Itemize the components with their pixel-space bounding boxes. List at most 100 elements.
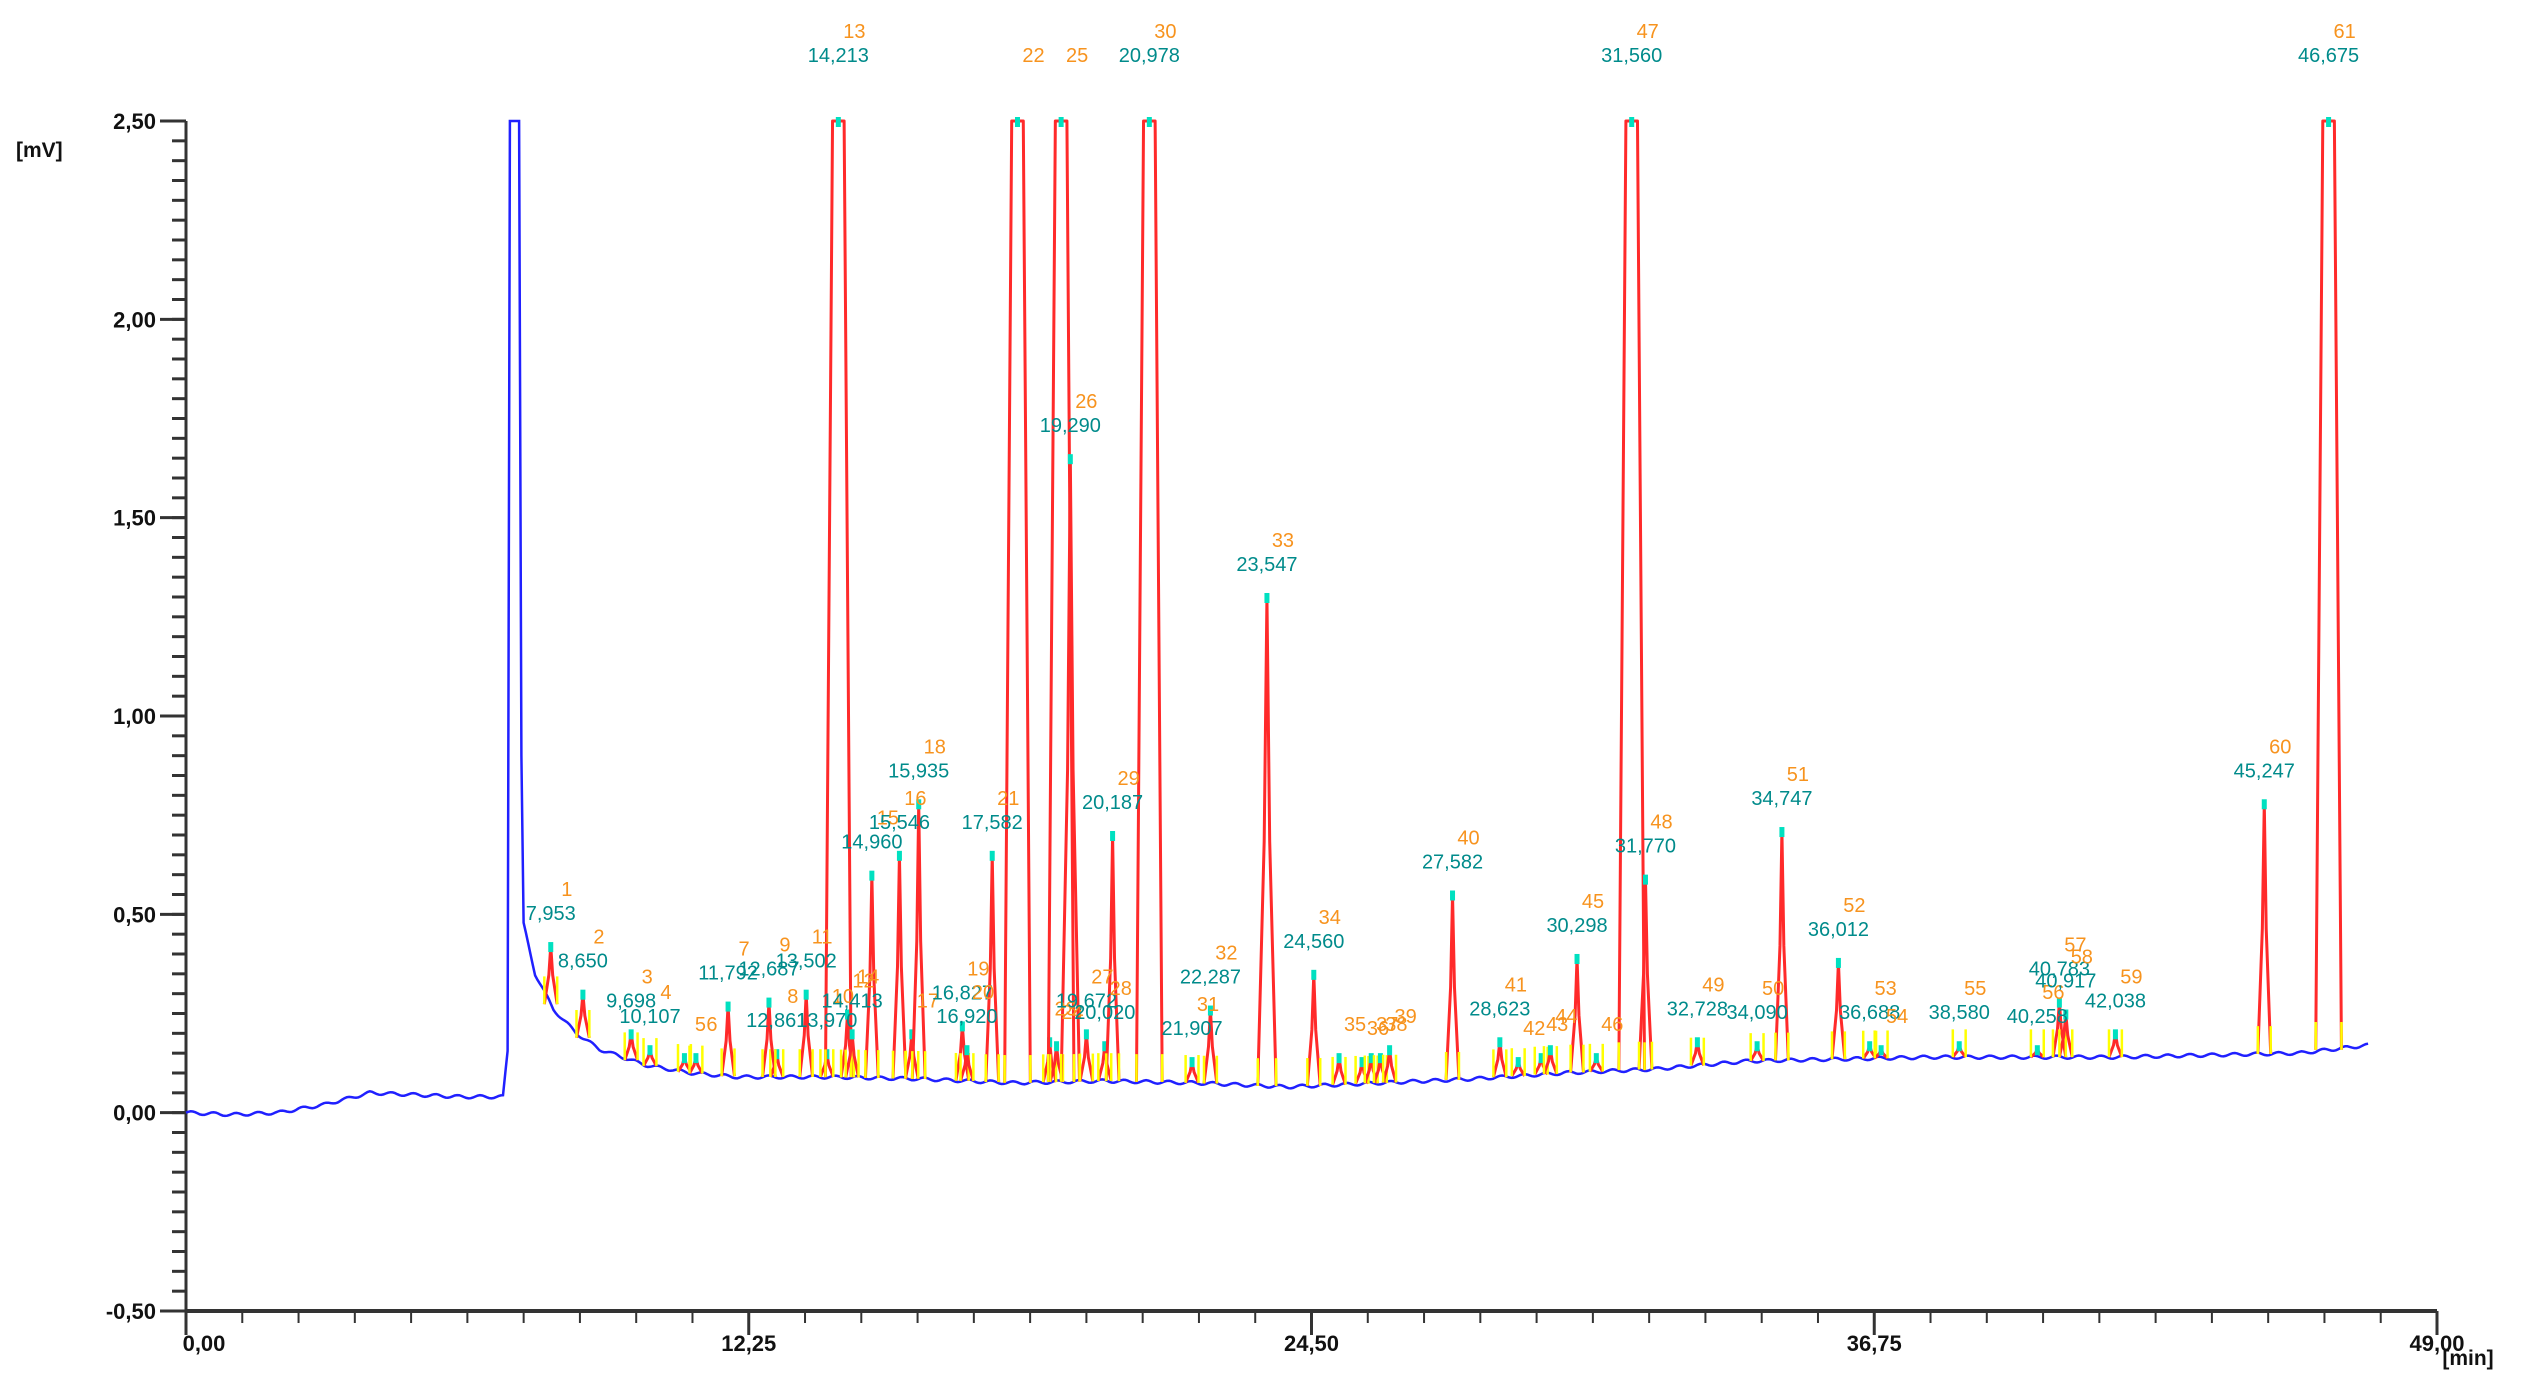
peak-apex-marker: [1336, 1053, 1342, 1064]
peak-46: [1588, 1043, 1605, 1073]
peak-number: 22: [1022, 45, 1044, 67]
y-tick-label: -0,50: [106, 1299, 156, 1324]
peak-outline: [2314, 119, 2343, 1050]
peak-number: 34: [1319, 907, 1341, 929]
peak-retention-time: 31,770: [1615, 836, 1676, 858]
peak-apex-marker: [693, 1053, 699, 1064]
peak-number: 30: [1154, 21, 1176, 43]
peak-apex-marker: [766, 997, 772, 1008]
peak-retention-time: 20,187: [1082, 792, 1143, 814]
peak-retention-time: 28,623: [1469, 998, 1530, 1020]
peak-number: 25: [1066, 45, 1088, 67]
peak-number: 41: [1505, 974, 1527, 996]
peak-number: 13: [843, 21, 865, 43]
peak-apex-marker: [1083, 1029, 1089, 1040]
peak-47: [1617, 117, 1647, 1071]
peak-retention-time: 14,213: [808, 45, 869, 67]
peak-apex-marker: [1779, 827, 1785, 838]
peak-number: 33: [1272, 530, 1294, 552]
peak-2: [575, 989, 591, 1039]
peak-outline: [1617, 119, 1647, 1071]
peak-retention-time: 31,560: [1601, 45, 1662, 67]
peak-apex-marker: [725, 1001, 731, 1012]
peak-outline: [542, 944, 559, 1005]
peak-number: 53: [1875, 978, 1897, 1000]
peak-number: 31: [1197, 994, 1219, 1016]
peak-outline: [798, 992, 815, 1078]
peak-number: 58: [2071, 947, 2093, 969]
peak-retention-time: 19,290: [1040, 415, 1101, 437]
peak-apex-marker: [1593, 1053, 1599, 1064]
peak-retention-time: 30,298: [1546, 915, 1607, 937]
peak-apex-marker: [1574, 953, 1580, 964]
peak-outline: [1003, 119, 1032, 1083]
peak-retention-time: 36,012: [1808, 919, 1869, 941]
x-axis-unit: [min]: [2442, 1347, 2493, 1370]
peak-retention-time: 24,560: [1283, 931, 1344, 953]
peak-number: 18: [924, 736, 946, 758]
peak-number: 19: [967, 958, 989, 980]
peak-apex-marker: [1694, 1037, 1700, 1048]
peak-outline: [1134, 119, 1164, 1082]
peak-number: 21: [997, 788, 1019, 810]
peak-apex-marker: [1754, 1041, 1760, 1052]
x-tick-label: 24,50: [1284, 1331, 1339, 1356]
x-tick-label: 0,00: [183, 1331, 226, 1356]
peak-apex-marker: [1146, 117, 1152, 127]
peak-40: [1444, 890, 1461, 1080]
peak-number: 26: [1075, 391, 1097, 413]
peak-number: 6: [706, 1014, 717, 1036]
peak-number: 61: [2333, 21, 2355, 43]
peak-number: 55: [1964, 978, 1986, 1000]
peak-retention-time: 16,920: [936, 1006, 997, 1028]
peak-51: [1773, 827, 1790, 1061]
peak-number: 40: [1457, 828, 1479, 850]
peak-number: 14: [857, 966, 879, 988]
peak-apex-marker: [1497, 1037, 1503, 1048]
peak-29: [1104, 831, 1121, 1082]
y-tick-label: 2,00: [113, 307, 156, 332]
peak-labels: 7,95318,65029,698310,10745 611,792712,861…: [526, 21, 2359, 1040]
peak-outline: [910, 801, 927, 1079]
peak-retention-time: 46,675: [2298, 45, 2359, 67]
peak-35: [1331, 1053, 1347, 1086]
peak-apex-marker: [1058, 117, 1064, 127]
peak-1: [542, 942, 559, 1005]
peak-apex-marker: [2034, 1045, 2040, 1056]
peak-retention-time: 32,728: [1667, 998, 1728, 1020]
peak-number: 35: [1344, 1014, 1366, 1036]
peak-retention-time: 14,960: [841, 832, 902, 854]
peak-number: 54: [1886, 1006, 1908, 1028]
peak-apex-marker: [1878, 1045, 1884, 1056]
peak-outline: [1256, 595, 1278, 1086]
peak-number: 51: [1787, 764, 1809, 786]
peak-number: 45: [1582, 891, 1604, 913]
axes: 2,502,001,501,000,500,00-0,500,00 12,25 24…: [106, 109, 2465, 1356]
peak-28: [1096, 1041, 1113, 1082]
peak-apex-marker: [1311, 969, 1317, 980]
peak-retention-time: 14,413: [822, 990, 883, 1012]
peak-apex-marker: [1264, 593, 1270, 603]
peak-number: 48: [1650, 812, 1672, 834]
peak-apex-marker: [1110, 831, 1116, 841]
peak-number: 59: [2120, 966, 2142, 988]
x-tick-label: 12,25: [721, 1331, 776, 1356]
peak-apex-marker: [1956, 1041, 1962, 1052]
peak-outline: [2256, 801, 2273, 1054]
peak-retention-time: 20,978: [1119, 45, 1180, 67]
peak-56: [2029, 1029, 2046, 1059]
peak-number: 49: [1702, 974, 1724, 996]
peak-7: [720, 1001, 736, 1077]
peak-outline: [575, 992, 591, 1039]
chromatogram-chart: 2,502,001,501,000,500,00-0,500,00 12,25 24…: [16, 21, 2494, 1370]
peak-apex-marker: [1067, 454, 1073, 465]
peak-number: 2: [593, 927, 604, 949]
peak-apex-marker: [2326, 117, 2332, 127]
peak-number: 39: [1394, 1006, 1416, 1028]
peak-apex-marker: [869, 870, 875, 881]
x-tick-label: 36,75: [1847, 1331, 1902, 1356]
peak-retention-time: 17,582: [962, 812, 1023, 834]
peak-retention-time: 15,935: [888, 760, 949, 782]
peak-apex-marker: [1642, 874, 1648, 885]
peak-55: [1951, 1029, 1967, 1059]
